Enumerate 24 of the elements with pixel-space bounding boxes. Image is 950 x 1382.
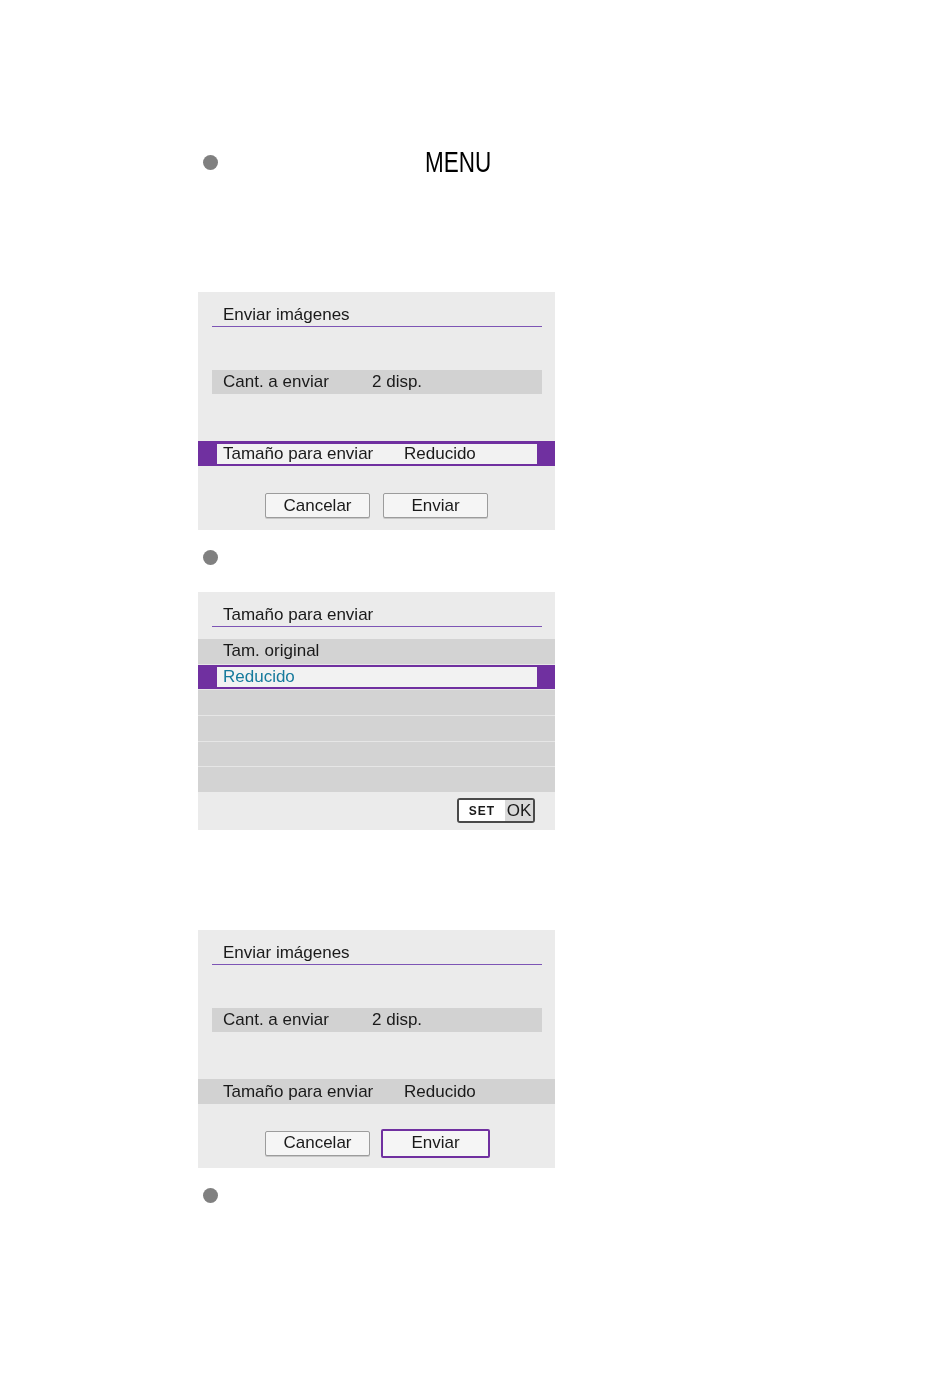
list-option[interactable]: Tam. original [198, 639, 555, 664]
list-option[interactable]: Reducido [198, 664, 555, 690]
setting-row[interactable]: Tamaño para enviar Reducido [198, 441, 555, 466]
setting-value: Reducido [404, 444, 476, 464]
setting-value: 2 disp. [372, 372, 423, 392]
setting-label: Tamaño para enviar [223, 444, 375, 464]
set-ok-button[interactable]: SET OK [457, 798, 535, 824]
setting-label: Cant. a enviar [223, 1009, 330, 1030]
setting-value: 2 disp. [372, 1009, 423, 1030]
menu-label: MENU [425, 147, 492, 177]
dialog-button[interactable]: Enviar [383, 493, 488, 518]
dialog-button[interactable]: Cancelar [265, 1130, 370, 1156]
bullet-icon [203, 154, 218, 170]
setting-row[interactable]: Tamaño para enviar Reducido [198, 1078, 555, 1104]
bullet-icon [203, 1187, 218, 1203]
setting-label: Tamaño para enviar [223, 1081, 375, 1102]
setting-value: Reducido [404, 1081, 476, 1102]
bullet-icon [203, 550, 218, 565]
dialog-button[interactable]: Cancelar [265, 493, 370, 518]
setting-label: Cant. a enviar [223, 372, 330, 392]
screen-title: Enviar imágenes [223, 305, 350, 324]
screen-title: Tamaño para enviar [223, 605, 374, 624]
screen-title: Enviar imágenes [223, 942, 350, 962]
dialog-button[interactable]: Enviar [381, 1128, 490, 1158]
